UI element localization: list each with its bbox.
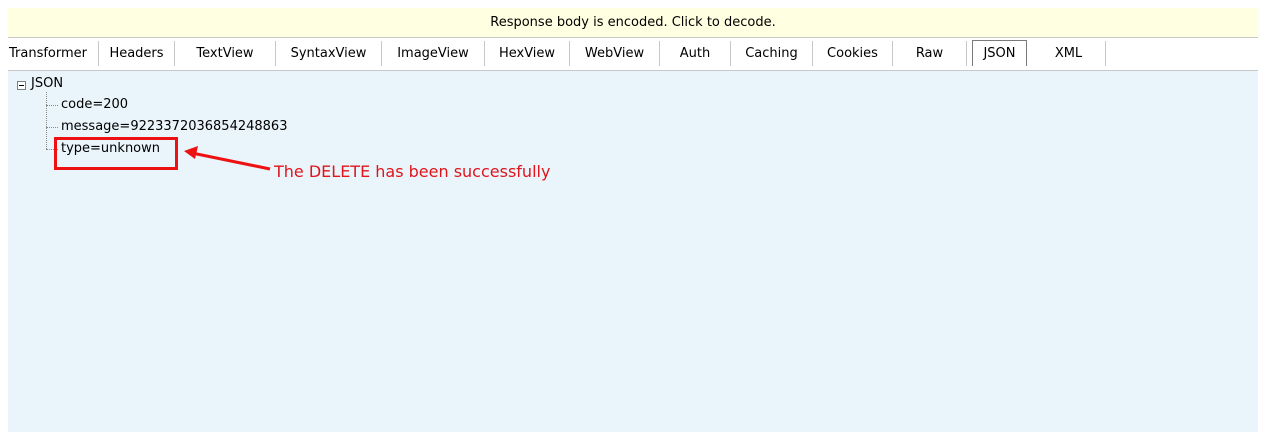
tab-raw[interactable]: Raw [893, 41, 967, 66]
tab-transformer[interactable]: Transformer [8, 41, 99, 66]
tree-node-root[interactable]: JSON [31, 76, 63, 91]
tab-syntaxview[interactable]: SyntaxView [276, 41, 382, 66]
tab-label: HexView [498, 46, 556, 61]
tree-connector [46, 127, 58, 128]
tab-label: JSON [983, 46, 1016, 61]
tree-connector [46, 92, 47, 149]
tab-caching[interactable]: Caching [731, 41, 813, 66]
tab-label: Cookies [827, 46, 878, 61]
tab-label: WebView [584, 46, 645, 61]
inspector-tab-strip: Transformer Headers TextView SyntaxView … [8, 37, 1258, 71]
tab-webview[interactable]: WebView [570, 41, 660, 66]
decode-notice-bar[interactable]: Response body is encoded. Click to decod… [8, 8, 1258, 37]
annotation-text: The DELETE has been successfully [274, 162, 551, 181]
tab-headers[interactable]: Headers [99, 41, 175, 66]
tab-label: Raw [915, 46, 944, 61]
tab-json[interactable]: JSON [972, 40, 1027, 66]
tab-label: XML [1054, 46, 1083, 61]
tree-node-code[interactable]: code=200 [61, 97, 128, 112]
json-tree: JSON code=200 message=922337203685424886… [8, 71, 1258, 432]
json-tree-panel: JSON code=200 message=922337203685424886… [8, 71, 1258, 432]
tab-label: TextView [196, 46, 254, 61]
decode-notice-text: Response body is encoded. Click to decod… [490, 15, 776, 30]
tab-label: Transformer [8, 46, 87, 61]
tab-label: Caching [745, 46, 798, 61]
highlight-box [54, 137, 178, 170]
tree-node-message[interactable]: message=9223372036854248863 [61, 119, 287, 134]
tab-cookies[interactable]: Cookies [813, 41, 893, 66]
tab-label: Headers [109, 46, 164, 61]
tab-auth[interactable]: Auth [660, 41, 731, 66]
tab-hexview[interactable]: HexView [485, 41, 570, 66]
collapse-toggle-icon[interactable] [17, 81, 26, 90]
tab-textview[interactable]: TextView [175, 41, 276, 66]
tab-label: ImageView [397, 46, 469, 61]
tab-xml[interactable]: XML [1032, 41, 1106, 66]
tab-imageview[interactable]: ImageView [382, 41, 485, 66]
tree-connector [46, 105, 58, 106]
annotation-arrow-icon [184, 146, 271, 171]
tab-label: SyntaxView [290, 46, 367, 61]
tab-label: Auth [679, 46, 711, 61]
